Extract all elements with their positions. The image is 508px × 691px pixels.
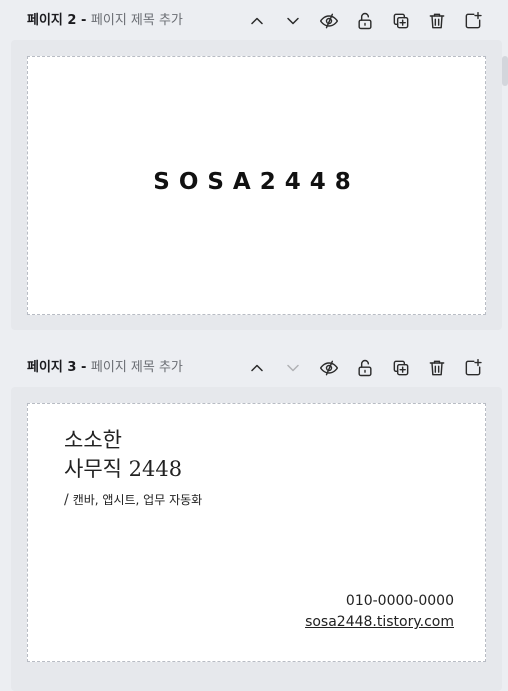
- card-name-line1: 소소한: [64, 428, 122, 452]
- add-page-icon: [465, 358, 482, 376]
- trash-icon: [429, 360, 445, 376]
- move-down-button[interactable]: [279, 7, 307, 35]
- chevron-down-icon: [287, 17, 299, 25]
- trash-icon: [429, 13, 445, 29]
- add-page-button[interactable]: [459, 7, 487, 35]
- duplicate-page-button[interactable]: [387, 354, 415, 382]
- duplicate-icon: [393, 360, 409, 376]
- scrollbar-thumb[interactable]: [502, 56, 508, 86]
- card-name[interactable]: 소소한 사무직 2448: [64, 426, 182, 484]
- lock-open-icon: [358, 12, 372, 30]
- move-up-button[interactable]: [243, 7, 271, 35]
- card-url[interactable]: sosa2448.tistory.com: [305, 614, 454, 630]
- duplicate-icon: [393, 13, 409, 29]
- page-number: 페이지 3: [27, 360, 77, 375]
- page-2-header: 페이지 2 - 페이지 제목 추가: [0, 3, 508, 39]
- lock-page-button[interactable]: [351, 7, 379, 35]
- page-title-placeholder[interactable]: 페이지 제목 추가: [91, 360, 183, 375]
- move-up-button[interactable]: [243, 354, 271, 382]
- chevron-up-icon: [251, 364, 263, 372]
- chevron-down-icon: [287, 364, 299, 372]
- hide-page-button[interactable]: [315, 7, 343, 35]
- duplicate-page-button[interactable]: [387, 7, 415, 35]
- delete-page-button[interactable]: [423, 354, 451, 382]
- lock-open-icon: [358, 359, 372, 377]
- page-3-canvas-area: 소소한 사무직 2448 /캔바, 앱시트, 업무 자동화 010-0000-0…: [11, 387, 502, 691]
- brand-text[interactable]: SOSA2448: [28, 169, 485, 195]
- lock-page-button[interactable]: [351, 354, 379, 382]
- tagline-text: 캔바, 앱시트, 업무 자동화: [72, 493, 203, 507]
- hide-page-button[interactable]: [315, 354, 343, 382]
- page-3-design-card[interactable]: 소소한 사무직 2448 /캔바, 앱시트, 업무 자동화 010-0000-0…: [27, 403, 486, 662]
- chevron-up-icon: [251, 17, 263, 25]
- title-separator: -: [76, 360, 91, 375]
- delete-page-button[interactable]: [423, 7, 451, 35]
- page-2-canvas-area: SOSA2448: [11, 40, 502, 330]
- add-page-icon: [465, 11, 482, 29]
- page-2-design-card[interactable]: SOSA2448: [27, 56, 486, 315]
- eye-hide-icon: [319, 360, 339, 376]
- page-number: 페이지 2: [27, 13, 77, 28]
- tagline-slash: /: [64, 492, 69, 508]
- page-2-title[interactable]: 페이지 2 - 페이지 제목 추가: [27, 3, 183, 39]
- card-phone[interactable]: 010-0000-0000: [346, 593, 454, 609]
- page-3-title[interactable]: 페이지 3 - 페이지 제목 추가: [27, 350, 183, 386]
- page-3-header: 페이지 3 - 페이지 제목 추가: [0, 350, 508, 386]
- card-tagline[interactable]: / 캔바, 앱시트, 업무 자동화: [64, 491, 202, 508]
- move-down-button[interactable]: [279, 354, 307, 382]
- eye-hide-icon: [319, 13, 339, 29]
- title-separator: -: [76, 13, 91, 28]
- page-title-placeholder[interactable]: 페이지 제목 추가: [91, 13, 183, 28]
- add-page-button[interactable]: [459, 354, 487, 382]
- card-name-line2: 사무직 2448: [64, 457, 183, 481]
